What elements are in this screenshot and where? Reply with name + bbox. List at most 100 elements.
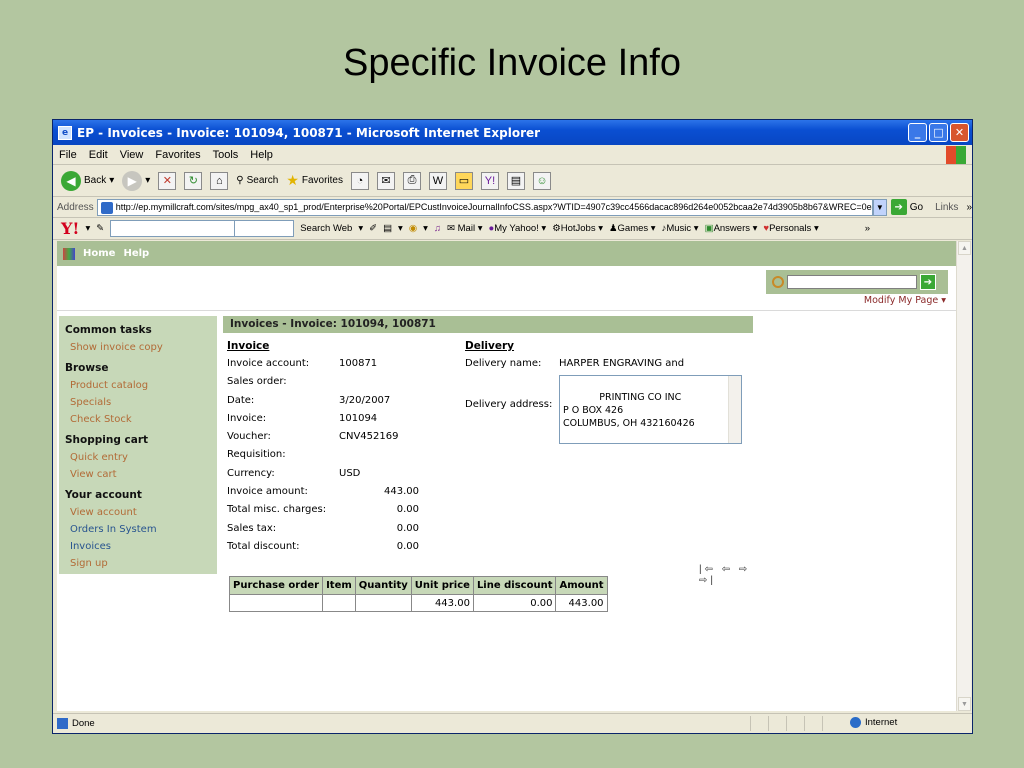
popup-blocker-icon[interactable]: ◉ [409,223,417,234]
nav-invoices[interactable]: Invoices [65,540,217,557]
menu-favorites[interactable]: Favorites [155,149,200,161]
refresh-icon[interactable]: ↻ [184,171,203,190]
portal-search-input[interactable] [787,275,917,289]
answers-label: Answers [713,223,750,234]
col-line-discount[interactable]: Line discount [472,576,557,595]
nav-specials[interactable]: Specials [65,396,217,413]
answers-icon: ▣ [704,223,714,234]
zone-label: Internet [865,717,898,728]
delivery-address-textarea[interactable]: PRINTING CO INC P O BOX 426 COLUMBUS, OH… [559,375,742,445]
yahoo-search-input[interactable] [110,220,236,237]
my-yahoo-item[interactable]: ●My Yahoo! ▾ [488,223,546,234]
nav-product-catalog[interactable]: Product catalog [65,379,217,396]
portal-logo-icon [63,247,75,260]
chevron-right-icon[interactable]: » [966,202,972,213]
col-purchase-order[interactable]: Purchase order [228,576,324,595]
answers-item[interactable]: ▣Answers ▾ [705,223,758,234]
yahoo-mail-item[interactable]: ✉ Mail ▾ [447,223,482,234]
table-cell: 443.00 [410,594,474,612]
col-amount[interactable]: Amount [555,576,608,595]
toolbar-overflow-icon[interactable]: » [865,223,870,234]
search-web-button[interactable]: Search Web [300,223,352,234]
research-icon[interactable]: ▤ [507,171,525,190]
col-item[interactable]: Item [322,576,356,595]
col-unit-price[interactable]: Unit price [410,576,474,595]
menu-file[interactable]: File [59,149,77,161]
menu-help[interactable]: Help [250,149,273,161]
close-button[interactable]: ✕ [950,123,969,142]
yahoo-logo-icon[interactable]: Y! [61,219,79,238]
personals-item[interactable]: ♥Personals ▾ [763,223,818,234]
menu-edit[interactable]: Edit [89,149,108,161]
field-requisition: Requisition: [227,446,457,464]
field-invoice-amount: Invoice amount: 443.00 [227,483,457,501]
menu-tools[interactable]: Tools [213,149,239,161]
minimize-button[interactable]: _ [908,123,927,142]
search-button[interactable]: ⚲ Search [236,175,278,186]
textarea-scrollbar[interactable] [728,376,741,444]
standard-toolbar: ◀ Back ▾ ▶ ▾ ✕ ↻ ⌂ ⚲ Search ★ Favorites … [53,165,972,197]
home-link[interactable]: Home [83,248,115,259]
nav-orders-in-system[interactable]: Orders In System [65,523,217,540]
hotjobs-item[interactable]: ⚙HotJobs ▾ [552,223,603,234]
nav-show-invoice-copy[interactable]: Show invoice copy [65,341,217,358]
history-icon[interactable]: ◔ [351,171,369,190]
browser-window: e EP - Invoices - Invoice: 101094, 10087… [52,119,973,734]
nav-quick-entry[interactable]: Quick entry [65,451,217,468]
yahoo-search-dropdown[interactable] [234,220,295,237]
nav-view-cart[interactable]: View cart [65,468,217,485]
nav-check-stock[interactable]: Check Stock [65,413,217,430]
yahoo-music-icon[interactable]: ♫ [434,223,441,234]
music-item[interactable]: ♪Music ▾ [662,223,699,234]
discuss-icon[interactable]: ▭ [455,171,473,190]
field-label: Total misc. charges: [227,504,327,516]
games-item[interactable]: ♟Games ▾ [609,223,656,234]
col-quantity[interactable]: Quantity [354,576,412,595]
go-arrow-icon: ➔ [890,199,907,215]
field-invoice: Invoice: 101094 [227,410,457,428]
mail-icon[interactable]: ✉ [377,171,395,190]
table-header-row: Purchase order Item Quantity Unit price … [228,576,608,595]
form-icon[interactable]: ▤ [383,223,392,234]
maximize-button[interactable]: □ [929,123,948,142]
home-icon[interactable]: ⌂ [210,171,229,190]
address-dropdown-icon[interactable]: ▼ [872,198,887,216]
hotjobs-icon: ⚙ [552,223,561,234]
scroll-down-icon[interactable]: ▼ [958,697,971,711]
highlighter-icon[interactable]: ✐ [369,223,377,234]
invoice-lines-table: Purchase order Item Quantity Unit price … [228,576,608,612]
address-bar: Address http://ep.mymillcraft.com/sites/… [53,197,972,218]
forward-button[interactable]: ▶ ▾ [122,170,150,191]
back-button[interactable]: ◀ Back ▾ [61,170,114,191]
delivery-address-text: PRINTING CO INC P O BOX 426 COLUMBUS, OH… [563,392,695,430]
field-value: 443.00 [384,486,419,498]
go-button[interactable]: ➔ Go [890,199,924,215]
portal-search-go-icon[interactable]: ➔ [920,274,936,290]
pencil-icon[interactable]: ✎ [96,223,104,234]
scroll-up-icon[interactable]: ▲ [958,241,971,255]
page-icon [100,201,113,214]
menu-view[interactable]: View [120,149,144,161]
title-bar[interactable]: e EP - Invoices - Invoice: 101094, 10087… [53,120,972,145]
address-input[interactable]: http://ep.mymillcraft.com/sites/mpg_ax40… [96,198,873,216]
invoice-section-title: Invoice [227,340,270,352]
stop-icon[interactable]: ✕ [158,171,177,190]
field-label: Total discount: [227,540,300,552]
nav-heading-shopping-cart: Shopping cart [65,434,149,446]
back-label: Back [84,175,107,186]
modify-my-page-link[interactable]: Modify My Page ▾ [864,295,946,306]
print-icon[interactable]: ⎙ [403,171,421,190]
nav-view-account[interactable]: View account [65,506,217,523]
edit-icon[interactable]: W [429,171,447,190]
pager-controls[interactable]: |⇦ ⇦ ⇨ ⇨| [699,564,753,586]
messenger-icon[interactable]: ☺ [533,171,551,190]
favorites-button[interactable]: ★ Favorites [286,172,343,189]
go-label: Go [909,201,924,213]
field-sales-tax: Sales tax: 0.00 [227,520,457,538]
links-button[interactable]: Links [935,202,958,213]
favorites-label: Favorites [301,175,343,186]
page-scrollbar[interactable]: ▲ ▼ [956,241,971,711]
yahoo-messenger-icon[interactable]: Y! [481,171,499,190]
help-link[interactable]: Help [123,248,149,259]
nav-sign-up[interactable]: Sign up [65,557,217,574]
